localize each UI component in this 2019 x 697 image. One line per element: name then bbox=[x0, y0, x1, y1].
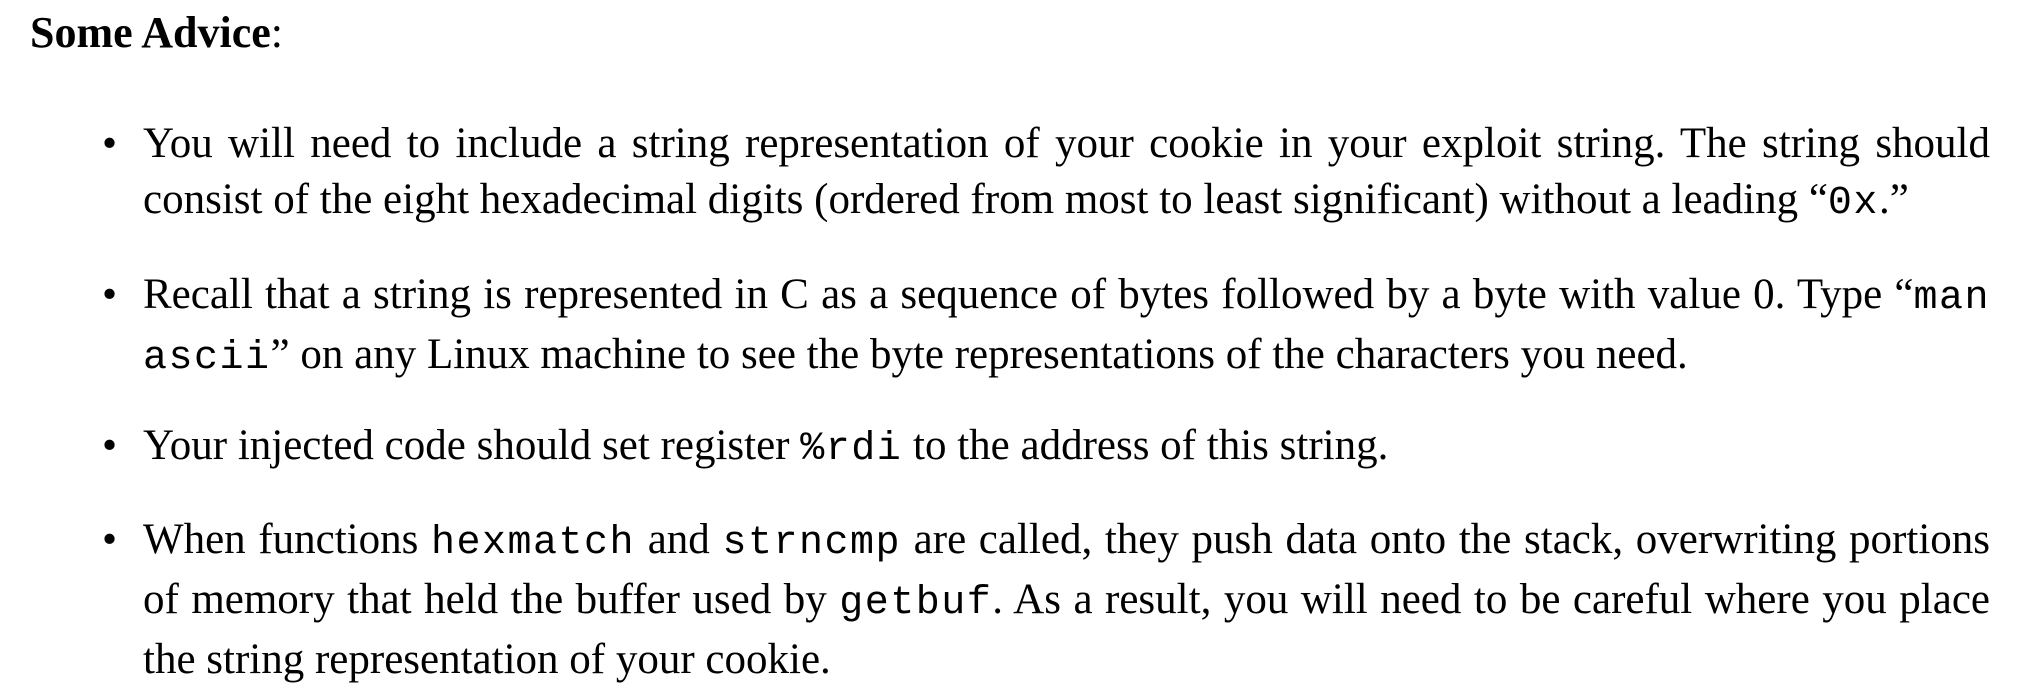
section-heading-colon: : bbox=[270, 8, 283, 57]
advice-text: When functions bbox=[143, 516, 432, 563]
advice-text: You will need to include a string repres… bbox=[143, 120, 1990, 223]
bullet-icon: • bbox=[102, 516, 118, 563]
inline-code: getbuf bbox=[839, 581, 993, 626]
advice-text: Your injected code should set register bbox=[143, 422, 801, 469]
bullet-icon: • bbox=[102, 422, 118, 469]
advice-item-cookie-string: • You will need to include a string repre… bbox=[102, 116, 1990, 232]
advice-text: Recall that a string is represented in C… bbox=[143, 271, 1914, 318]
bullet-icon: • bbox=[102, 120, 118, 167]
advice-text: to the address of this string. bbox=[902, 422, 1389, 469]
advice-text: .” bbox=[1878, 176, 1909, 223]
advice-item-c-strings: • Recall that a string is represented in … bbox=[102, 267, 1990, 387]
bullet-icon: • bbox=[102, 271, 118, 318]
section-heading: Some Advice: bbox=[30, 5, 283, 61]
advice-item-stack-overwrite: • When functions hexmatch and strncmp are… bbox=[102, 512, 1990, 688]
advice-text: ” on any Linux machine to see the byte r… bbox=[270, 331, 1688, 378]
inline-code: strncmp bbox=[722, 521, 901, 566]
section-heading-title: Some Advice bbox=[30, 8, 271, 57]
advice-item-register: • Your injected code should set register … bbox=[102, 418, 1990, 478]
inline-code: hexmatch bbox=[431, 521, 636, 566]
advice-text: and bbox=[635, 516, 723, 563]
inline-code: 0x bbox=[1827, 181, 1879, 226]
inline-code: %rdi bbox=[800, 427, 903, 472]
